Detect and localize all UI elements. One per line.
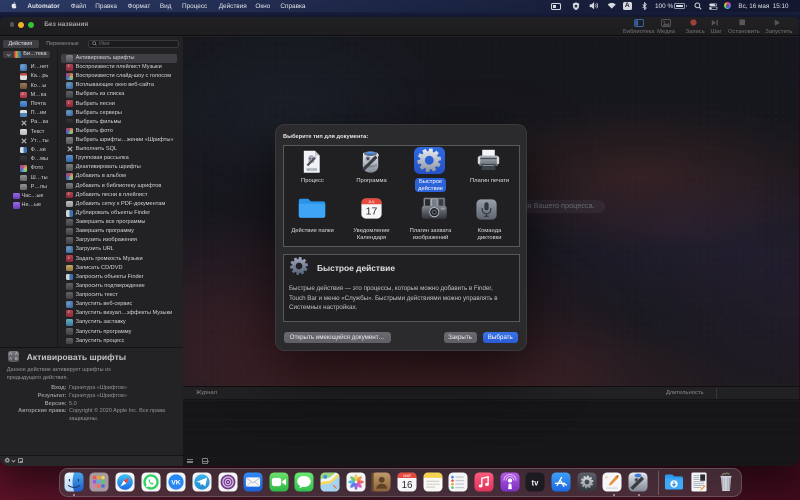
svg-text:МАЙ: МАЙ	[403, 474, 411, 478]
svg-text:“: “	[605, 476, 608, 483]
svg-text:16: 16	[402, 480, 413, 491]
svg-text:JUL: JUL	[368, 200, 375, 204]
svg-text:tv: tv	[532, 478, 540, 487]
svg-text:WFLOW: WFLOW	[307, 167, 318, 171]
svg-text:VK: VK	[171, 479, 181, 486]
svg-text:17: 17	[366, 206, 378, 218]
